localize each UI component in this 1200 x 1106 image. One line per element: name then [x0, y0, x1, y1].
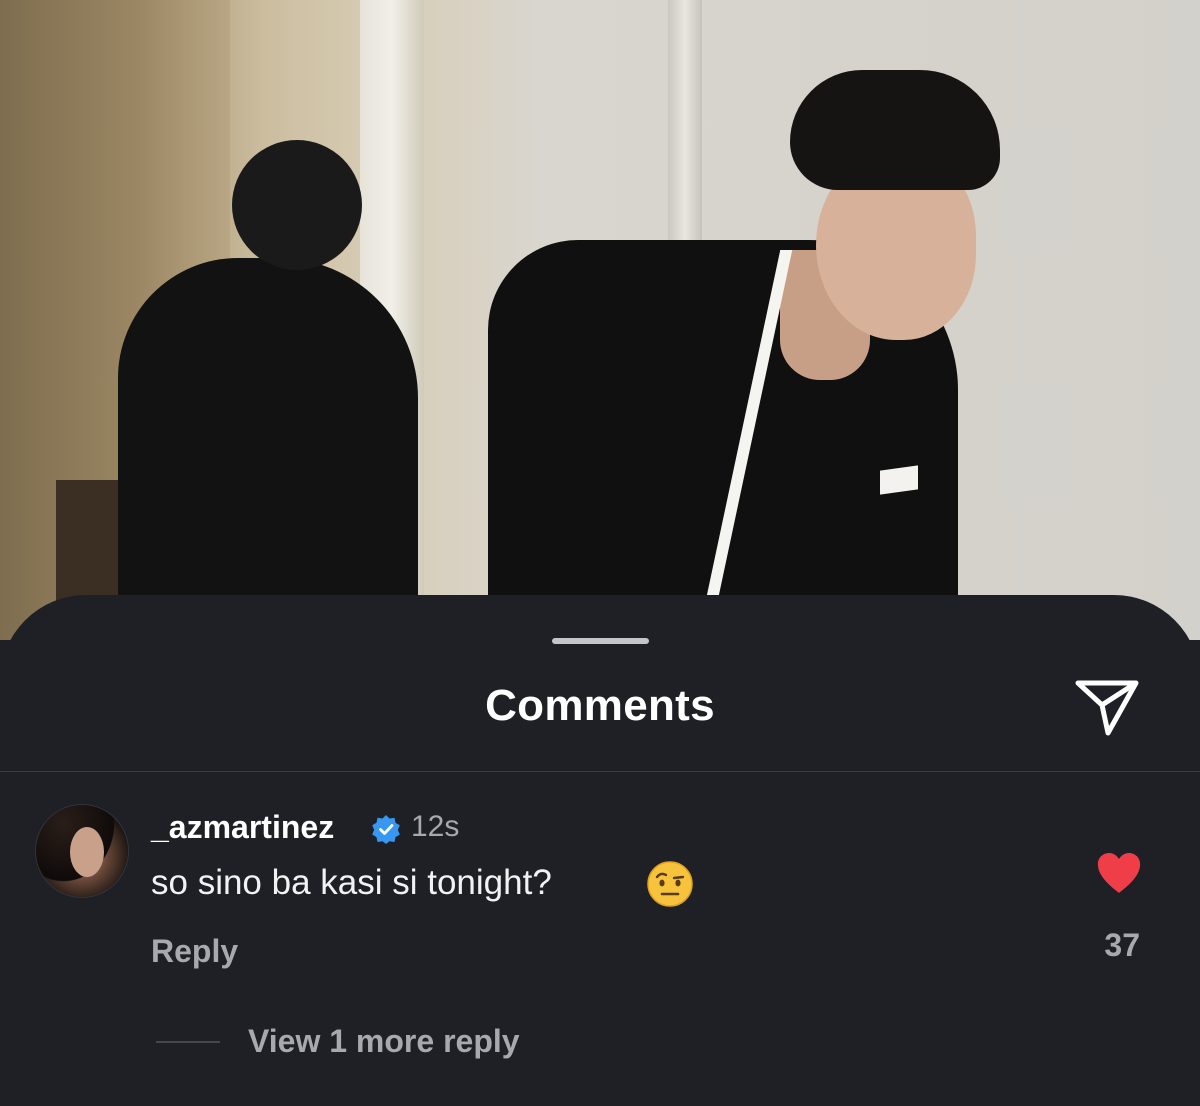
header-divider [0, 771, 1200, 772]
raised-eyebrow-emoji-icon [647, 861, 693, 907]
comment-text: so sino ba kasi si tonight? [151, 863, 552, 902]
share-send-icon [1075, 680, 1139, 736]
like-count: 37 [1104, 927, 1140, 963]
sheet-grabber[interactable] [552, 638, 649, 644]
verified-badge-icon [372, 815, 400, 844]
photo-hair [790, 70, 1000, 190]
like-button[interactable] [1095, 851, 1143, 895]
photo-reflection-jacket [118, 258, 418, 640]
reply-button[interactable]: Reply [151, 933, 238, 970]
comment-timestamp: 12s [411, 810, 460, 843]
avatar[interactable] [36, 805, 128, 897]
sheet-title: Comments [485, 681, 715, 730]
avatar-face [70, 827, 104, 877]
replies-divider-line [156, 1041, 220, 1043]
post-photo [0, 0, 1200, 640]
comment-username[interactable]: _azmartinez [151, 809, 334, 846]
photo-reflection-head [232, 140, 362, 270]
comments-sheet: Comments _azmartinez 12s so sino ba kasi… [0, 595, 1200, 1106]
heart-icon [1097, 853, 1141, 893]
share-send-button[interactable] [1072, 675, 1142, 739]
view-more-replies-button[interactable]: View 1 more reply [248, 1023, 520, 1060]
